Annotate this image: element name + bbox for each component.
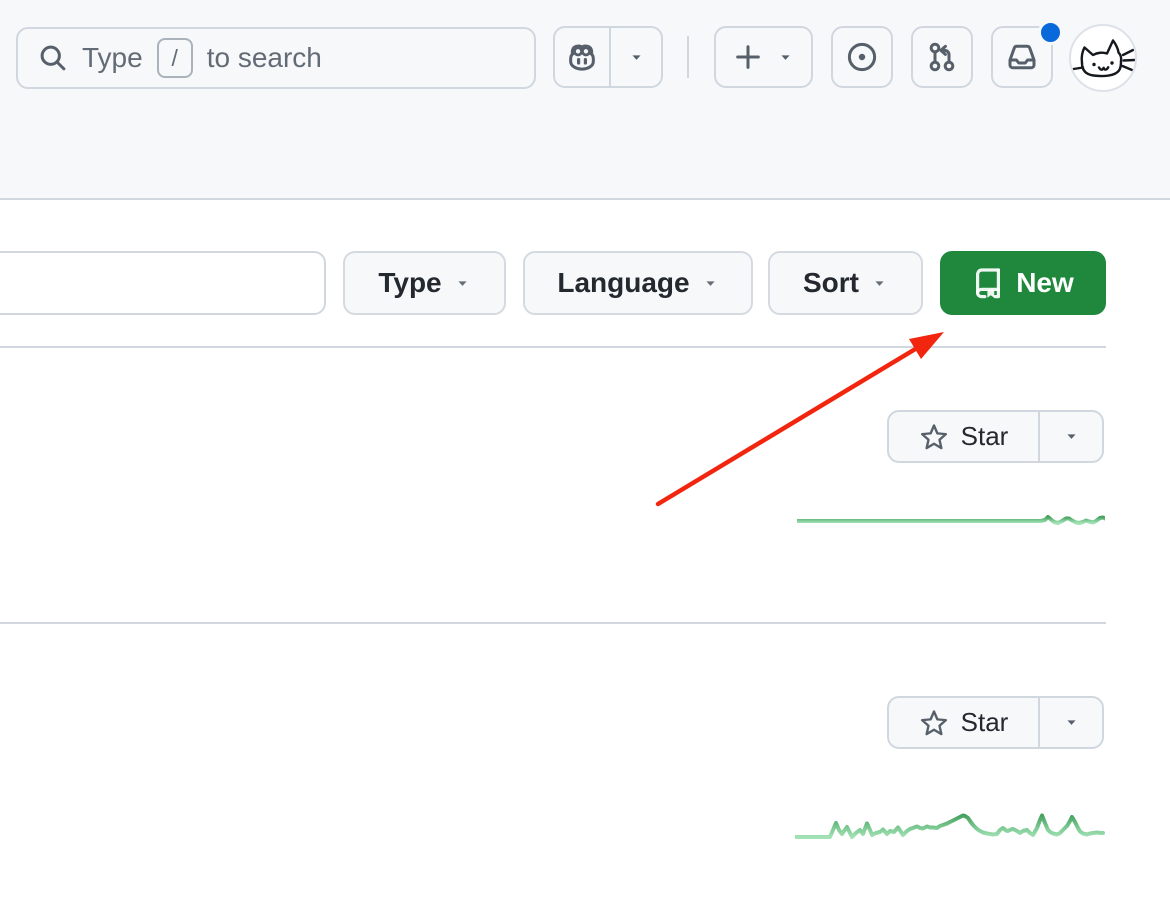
- global-search-input[interactable]: Type / to search: [16, 27, 536, 89]
- language-filter-label: Language: [557, 267, 689, 299]
- avatar[interactable]: [1069, 24, 1137, 92]
- star-button-label: Star: [961, 421, 1009, 452]
- star-button-label: Star: [961, 707, 1009, 738]
- activity-sparkline-repo-2: [795, 805, 1105, 845]
- github-repositories-page: Type / to search: [0, 0, 1170, 900]
- activity-sparkline-repo-1: [797, 505, 1105, 539]
- inbox-icon: [1006, 41, 1038, 73]
- notification-dot: [1038, 20, 1063, 45]
- sort-filter-label: Sort: [803, 267, 859, 299]
- copilot-split-button: [553, 26, 663, 88]
- chevron-down-icon: [1063, 714, 1080, 731]
- copilot-menu-button[interactable]: [611, 28, 661, 86]
- find-repository-input[interactable]: [0, 251, 326, 315]
- star-button[interactable]: Star: [889, 412, 1038, 461]
- sort-filter-button[interactable]: Sort: [768, 251, 923, 315]
- star-icon: [919, 422, 949, 452]
- star-icon: [919, 708, 949, 738]
- copilot-button[interactable]: [555, 28, 609, 86]
- type-filter-button[interactable]: Type: [343, 251, 506, 315]
- star-split-button-repo-2: Star: [887, 696, 1104, 749]
- chevron-down-icon: [1063, 428, 1080, 445]
- repo-icon: [972, 267, 1004, 299]
- slash-keycap: /: [157, 38, 193, 78]
- new-repository-label: New: [1016, 267, 1074, 299]
- search-placeholder-prefix: Type: [82, 42, 143, 74]
- header-divider: [687, 36, 689, 78]
- search-placeholder-suffix: to search: [207, 42, 322, 74]
- global-header: Type / to search: [0, 0, 1170, 200]
- issue-opened-icon: [846, 41, 878, 73]
- create-new-menu-button[interactable]: [714, 26, 813, 88]
- type-filter-label: Type: [378, 267, 441, 299]
- chevron-down-icon: [871, 275, 888, 292]
- repo-list-top-border: [0, 346, 1106, 348]
- cat-avatar-drawing: [1071, 26, 1135, 90]
- pull-requests-button[interactable]: [911, 26, 973, 88]
- chevron-down-icon: [777, 49, 794, 66]
- star-menu-button[interactable]: [1038, 412, 1102, 461]
- star-split-button-repo-1: Star: [887, 410, 1104, 463]
- search-icon: [38, 43, 68, 73]
- chevron-down-icon: [702, 275, 719, 292]
- star-menu-button[interactable]: [1038, 698, 1102, 747]
- star-button[interactable]: Star: [889, 698, 1038, 747]
- new-repository-button[interactable]: New: [940, 251, 1106, 315]
- copilot-icon: [565, 41, 599, 73]
- plus-icon: [733, 42, 763, 72]
- git-pull-request-icon: [926, 41, 958, 73]
- chevron-down-icon: [628, 49, 645, 66]
- repo-row-divider: [0, 622, 1106, 624]
- chevron-down-icon: [454, 275, 471, 292]
- issues-button[interactable]: [831, 26, 893, 88]
- language-filter-button[interactable]: Language: [523, 251, 753, 315]
